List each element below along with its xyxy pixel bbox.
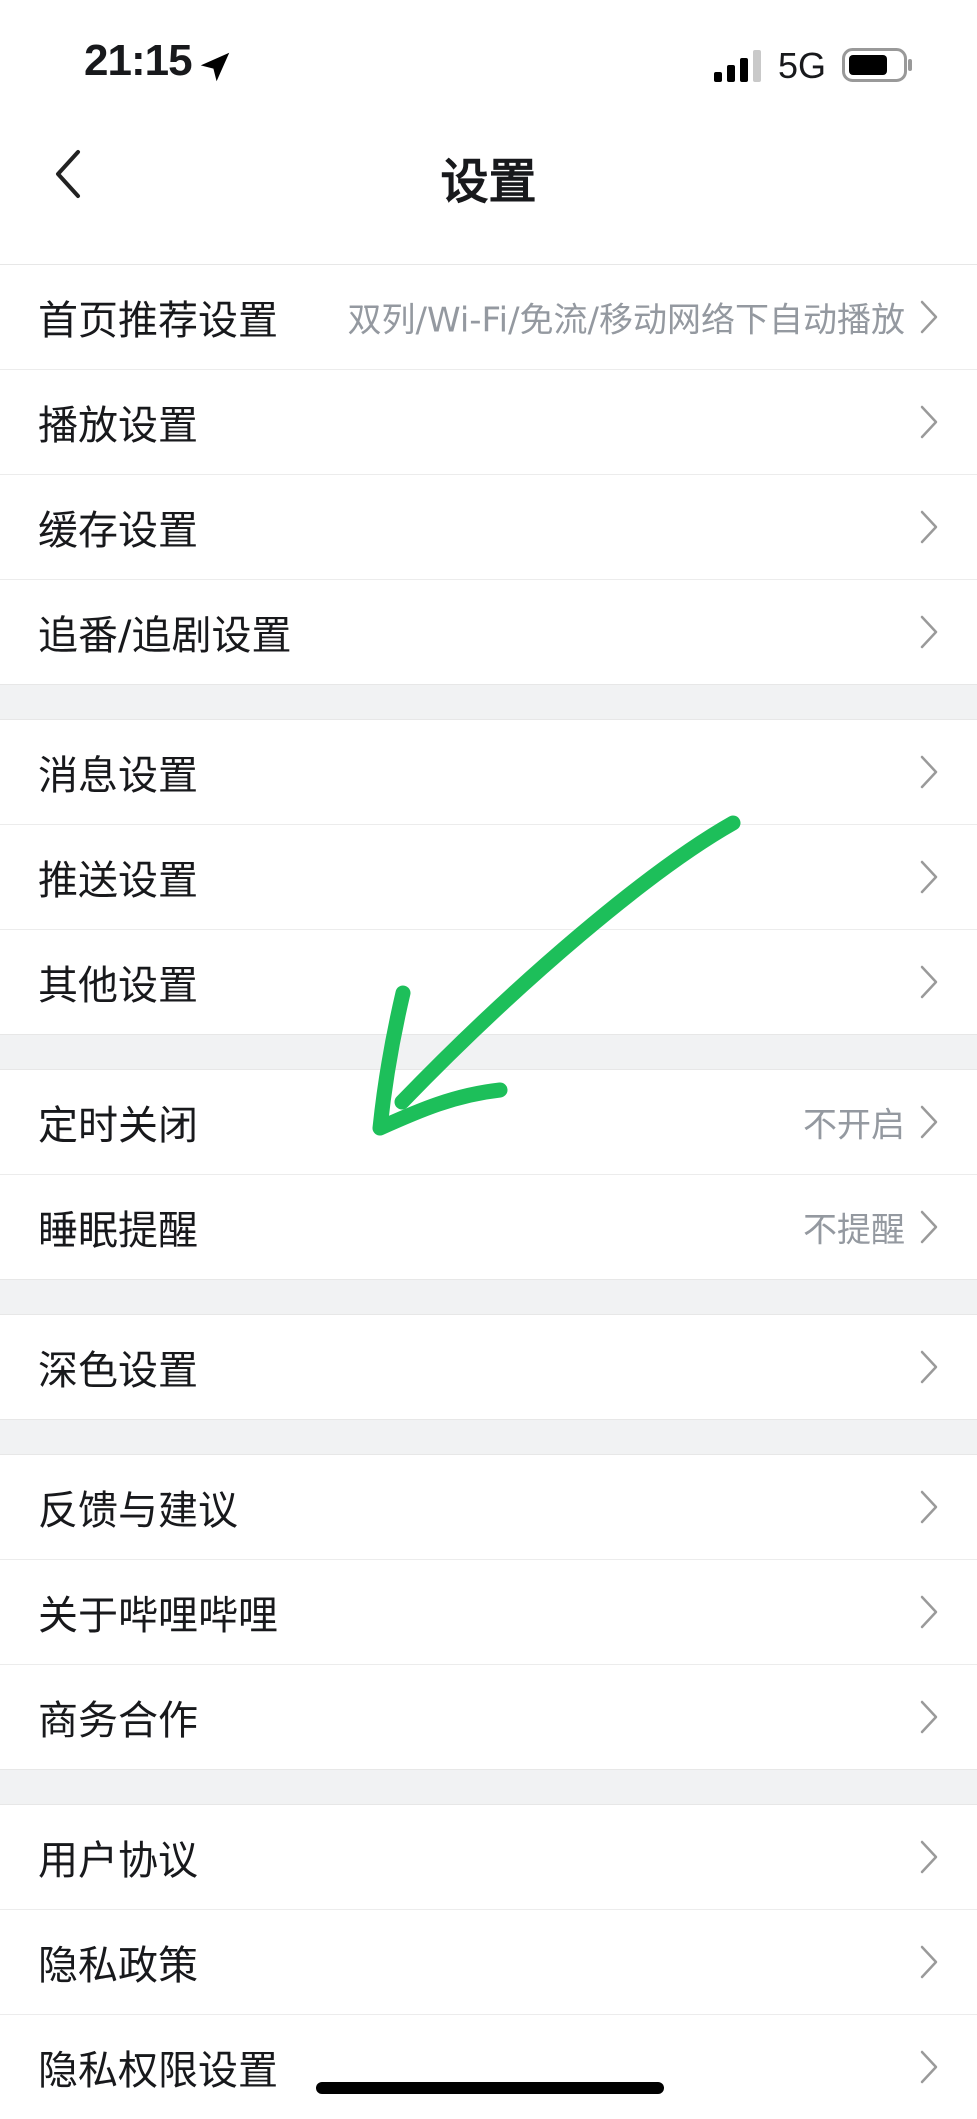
settings-row-label: 关于哔哩哔哩 (38, 1593, 278, 1639)
chevron-right-icon (920, 965, 938, 999)
chevron-right-icon (920, 755, 938, 789)
chevron-right-icon (920, 1210, 938, 1244)
settings-row[interactable]: 隐私权限设置 (0, 2015, 977, 2119)
settings-group: 首页推荐设置 双列/Wi-Fi/免流/移动网络下自动播放播放设置缓存设置追番/追剧… (0, 264, 977, 684)
chevron-right-icon (920, 1490, 938, 1524)
settings-row-label: 其他设置 (38, 963, 198, 1009)
chevron-right-icon (920, 1945, 938, 1979)
settings-row-label: 消息设置 (38, 753, 198, 799)
page-title: 设置 (440, 154, 537, 210)
section-divider (0, 1034, 977, 1069)
settings-list: 首页推荐设置 双列/Wi-Fi/免流/移动网络下自动播放播放设置缓存设置追番/追剧… (0, 264, 977, 2119)
settings-row-label: 追番/追剧设置 (38, 613, 292, 659)
settings-row-label: 反馈与建议 (38, 1488, 238, 1534)
settings-row[interactable]: 深色设置 (0, 1315, 977, 1419)
chevron-right-icon (920, 1105, 938, 1139)
settings-row[interactable]: 反馈与建议 (0, 1455, 977, 1560)
settings-row[interactable]: 推送设置 (0, 825, 977, 930)
settings-row[interactable]: 其他设置 (0, 930, 977, 1034)
settings-row[interactable]: 消息设置 (0, 720, 977, 825)
chevron-right-icon (920, 615, 938, 649)
settings-row-label: 睡眠提醒 (38, 1208, 198, 1254)
settings-group: 定时关闭 不开启睡眠提醒 不提醒 (0, 1069, 977, 1279)
settings-row-label: 缓存设置 (38, 508, 198, 554)
chevron-right-icon (920, 860, 938, 894)
settings-row[interactable]: 商务合作 (0, 1665, 977, 1769)
settings-row-label: 隐私政策 (38, 1943, 198, 1989)
chevron-right-icon (920, 1595, 938, 1629)
settings-row[interactable]: 关于哔哩哔哩 (0, 1560, 977, 1665)
settings-row-value: 不提醒 (803, 1210, 905, 1251)
settings-row[interactable]: 睡眠提醒 不提醒 (0, 1175, 977, 1279)
section-divider (0, 1769, 977, 1804)
settings-row-label: 隐私权限设置 (38, 2048, 278, 2094)
status-bar: 21:15 5G (0, 0, 977, 120)
chevron-right-icon (920, 1840, 938, 1874)
chevron-right-icon (920, 405, 938, 439)
section-divider (0, 1279, 977, 1314)
settings-row[interactable]: 播放设置 (0, 370, 977, 475)
settings-row[interactable]: 缓存设置 (0, 475, 977, 580)
section-divider (0, 684, 977, 719)
settings-row-value: 双列/Wi-Fi/免流/移动网络下自动播放 (347, 300, 905, 341)
settings-row[interactable]: 隐私政策 (0, 1910, 977, 2015)
settings-row-label: 用户协议 (38, 1838, 198, 1884)
chevron-right-icon (920, 1350, 938, 1384)
settings-row-label: 推送设置 (38, 858, 198, 904)
settings-row[interactable]: 定时关闭 不开启 (0, 1070, 977, 1175)
settings-row-label: 商务合作 (38, 1698, 198, 1744)
settings-row[interactable]: 首页推荐设置 双列/Wi-Fi/免流/移动网络下自动播放 (0, 265, 977, 370)
scrolled-partial-text: ········ (38, 206, 458, 230)
signal-icon (714, 50, 761, 82)
status-time: 21:15 (84, 36, 193, 85)
settings-row-label: 深色设置 (38, 1348, 198, 1394)
chevron-right-icon (920, 1700, 938, 1734)
settings-group: 反馈与建议关于哔哩哔哩 商务合作 (0, 1454, 977, 1769)
section-divider (0, 1419, 977, 1454)
location-arrow-icon (200, 52, 230, 82)
settings-row-value: 不开启 (803, 1105, 905, 1146)
settings-row-label: 定时关闭 (38, 1103, 198, 1149)
chevron-right-icon (920, 2050, 938, 2084)
settings-row-label: 播放设置 (38, 403, 198, 449)
network-type: 5G (778, 45, 827, 86)
settings-group: 用户协议隐私政策隐私权限设置 (0, 1804, 977, 2119)
chevron-right-icon (920, 300, 938, 334)
settings-group: 消息设置推送设置其他设置 (0, 719, 977, 1034)
settings-row-label: 首页推荐设置 (38, 298, 278, 344)
settings-group: 深色设置 (0, 1314, 977, 1419)
chevron-right-icon (920, 510, 938, 544)
battery-icon (842, 48, 912, 82)
home-indicator[interactable] (316, 2082, 664, 2094)
settings-row[interactable]: 追番/追剧设置 (0, 580, 977, 684)
settings-row[interactable]: 用户协议 (0, 1805, 977, 1910)
